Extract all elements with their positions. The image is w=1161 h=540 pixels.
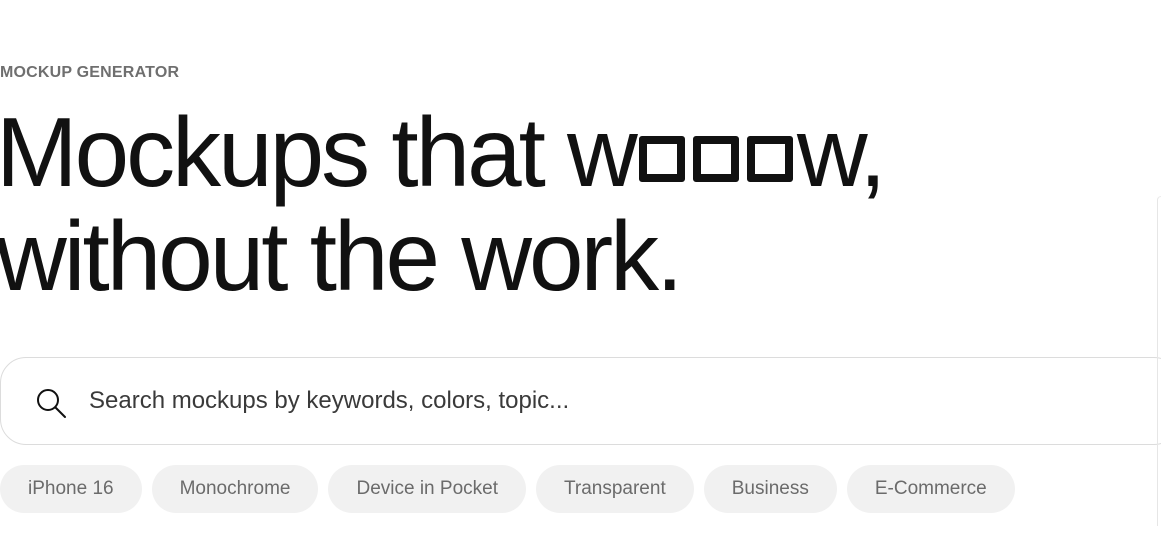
wooow-boxes bbox=[635, 136, 797, 186]
suggestion-chips: iPhone 16 Monochrome Device in Pocket Tr… bbox=[0, 465, 1015, 513]
box-o-1 bbox=[638, 136, 685, 182]
headline-line-2: without the work. bbox=[0, 201, 683, 311]
box-o-2 bbox=[692, 136, 739, 182]
search-bar[interactable] bbox=[0, 357, 1161, 445]
chip-business[interactable]: Business bbox=[703, 465, 837, 513]
chip-device-in-pocket[interactable]: Device in Pocket bbox=[328, 465, 526, 513]
headline-prefix: Mockups that w bbox=[0, 97, 638, 207]
page-title: Mockups that w w, without the work. bbox=[0, 97, 887, 311]
chip-monochrome[interactable]: Monochrome bbox=[151, 465, 319, 513]
eyebrow-label: MOCKUP GENERATOR bbox=[0, 64, 180, 81]
search-icon bbox=[37, 389, 66, 418]
headline-suffix: w, bbox=[796, 97, 887, 207]
box-o-3 bbox=[746, 136, 793, 182]
chip-transparent[interactable]: Transparent bbox=[535, 465, 694, 513]
chip-e-commerce[interactable]: E-Commerce bbox=[846, 465, 1015, 513]
side-panel-edge bbox=[1157, 196, 1161, 526]
search-input[interactable] bbox=[89, 358, 1089, 444]
headline-line-1: Mockups that w w, bbox=[0, 97, 887, 207]
chip-iphone-16[interactable]: iPhone 16 bbox=[0, 465, 142, 513]
